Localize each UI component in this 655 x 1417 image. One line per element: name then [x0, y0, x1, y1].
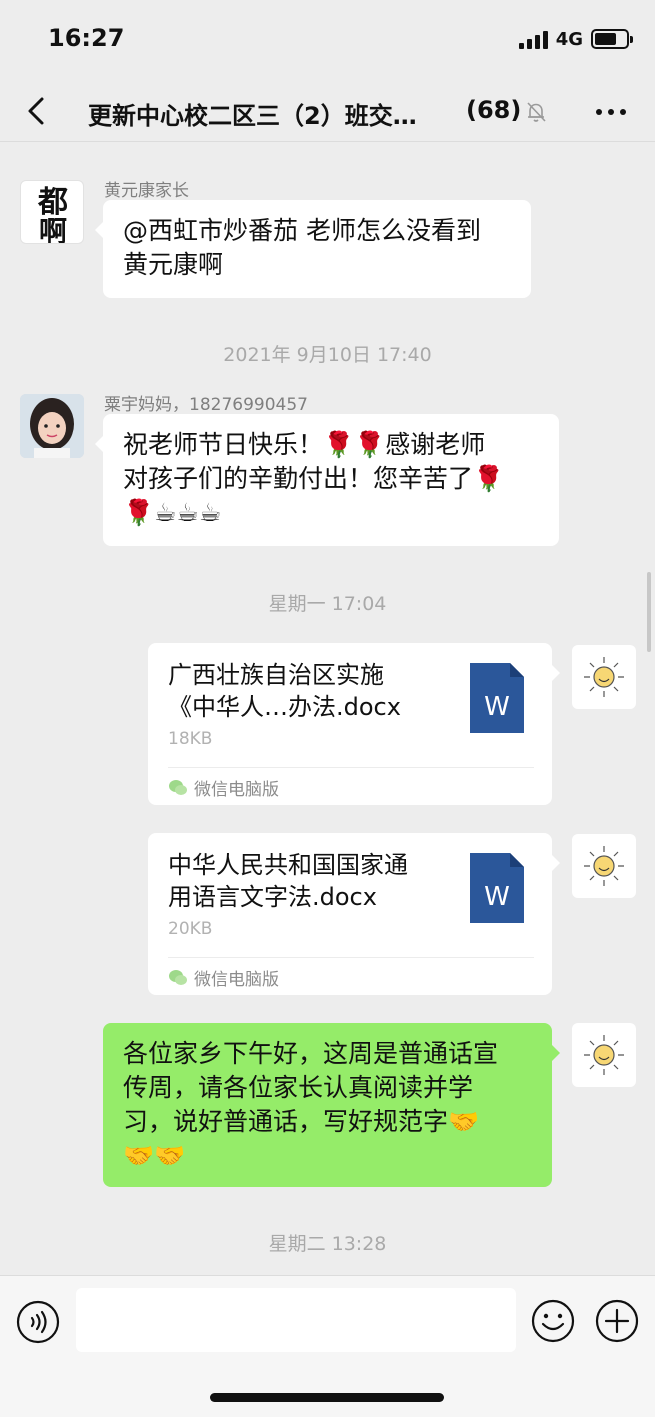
file-size: 20KB: [168, 919, 213, 939]
sun-avatar-icon: [584, 657, 624, 697]
message-line: @西虹市炒番茄 老师怎么没看到: [123, 216, 481, 245]
divider: [168, 957, 534, 958]
status-bar: 16:27 4G: [0, 0, 655, 80]
file-icon-letter: W: [484, 882, 510, 912]
plus-icon[interactable]: [594, 1298, 640, 1344]
timestamp: 星期一 17:04: [268, 593, 387, 615]
message-line: 各位家乡下午好，这周是普通话宣: [123, 1039, 499, 1068]
message-bubble[interactable]: @西虹市炒番茄 老师怎么没看到 黄元康啊: [95, 200, 531, 298]
word-document-icon: W: [470, 853, 524, 923]
chevron-left-icon[interactable]: [22, 96, 52, 126]
file-source-label: 微信电脑版: [194, 970, 279, 990]
avatar[interactable]: [20, 394, 84, 458]
network-type: 4G: [555, 28, 583, 50]
sun-avatar-icon: [584, 1035, 624, 1075]
message-line: 对孩子们的辛勤付出！您辛苦了🌹: [123, 464, 505, 493]
wechat-icon: [169, 779, 187, 795]
file-name: 中华人民共和国国家通 用语言文字法.docx: [168, 849, 458, 913]
file-message-card[interactable]: 广西壮族自治区实施 《中华人…办法.docx 18KB W 微信电脑版: [148, 643, 560, 805]
sender-name: 粟宇妈妈，18276990457: [104, 395, 308, 415]
file-icon-letter: W: [484, 692, 510, 722]
message-line: 习，说好普通话，写好规范字🤝: [123, 1107, 480, 1136]
message-line: 🌹☕☕☕: [123, 498, 222, 527]
home-indicator[interactable]: [210, 1393, 444, 1402]
chat-header: 更新中心校二区三（2）班交… (68): [0, 80, 655, 142]
calligraphy-avatar-icon: 都 啊: [37, 185, 68, 244]
message-line: 🤝🤝: [123, 1141, 186, 1170]
status-indicators: 4G: [518, 26, 633, 52]
message-input[interactable]: [76, 1288, 516, 1352]
sender-name: 黄元康家长: [104, 181, 189, 201]
file-name: 广西壮族自治区实施 《中华人…办法.docx: [168, 659, 458, 723]
timestamp: 星期二 13:28: [268, 1233, 387, 1255]
file-name-line: 《中华人…办法.docx: [168, 693, 401, 721]
ellipsis-icon[interactable]: [594, 100, 628, 124]
battery-icon: [591, 29, 633, 49]
file-name-line: 广西壮族自治区实施: [168, 661, 384, 689]
file-name-line: 中华人民共和国国家通: [168, 851, 408, 879]
avatar[interactable]: [572, 1023, 636, 1087]
wechat-icon: [169, 969, 187, 985]
girl-photo-avatar-icon: [20, 394, 84, 458]
chat-title[interactable]: 更新中心校二区三（2）班交…: [88, 96, 417, 131]
file-source: 微信电脑版: [168, 965, 279, 990]
file-name-line: 用语言文字法.docx: [168, 883, 377, 911]
message-bubble[interactable]: 祝老师节日快乐！🌹🌹感谢老师 对孩子们的辛勤付出！您辛苦了🌹 🌹☕☕☕: [95, 414, 559, 546]
status-time: 16:27: [48, 24, 125, 52]
signal-icon: [518, 29, 548, 49]
message-line: 传周，请各位家长认真阅读并学: [123, 1073, 474, 1102]
avatar[interactable]: 都 啊: [20, 180, 84, 244]
member-count: (68): [466, 96, 522, 124]
word-document-icon: W: [470, 663, 524, 733]
bell-off-icon: [527, 102, 546, 122]
file-source: 微信电脑版: [168, 775, 279, 800]
file-message-card[interactable]: 中华人民共和国国家通 用语言文字法.docx 20KB W 微信电脑版: [148, 833, 560, 995]
avatar-glyph-bottom: 啊: [39, 215, 67, 244]
chat-message-list[interactable]: 都 啊 黄元康家长 @西虹市炒番茄 老师怎么没看到 黄元康啊 2021年 9月1…: [0, 142, 655, 1275]
message-line: 黄元康啊: [123, 250, 224, 279]
message-bubble[interactable]: 各位家乡下午好，这周是普通话宣 传周，请各位家长认真阅读并学 习，说好普通话，写…: [103, 1023, 560, 1187]
timestamp: 2021年 9月10日 17:40: [223, 344, 432, 366]
smiley-icon[interactable]: [530, 1298, 576, 1344]
avatar[interactable]: [572, 645, 636, 709]
file-source-label: 微信电脑版: [194, 780, 279, 800]
message-line: 祝老师节日快乐！🌹🌹感谢老师: [123, 430, 486, 459]
avatar[interactable]: [572, 834, 636, 898]
file-size: 18KB: [168, 729, 213, 749]
voice-icon[interactable]: [16, 1300, 60, 1344]
sun-avatar-icon: [584, 846, 624, 886]
divider: [168, 767, 534, 768]
